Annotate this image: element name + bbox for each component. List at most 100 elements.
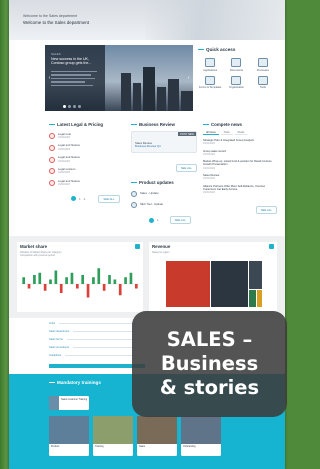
business-review-see-all-button[interactable]: SEE ALL — [175, 164, 197, 172]
revenue-legend: Sales per region — [152, 251, 170, 254]
news-item[interactable]: Sales Review 01/02/2023 — [203, 174, 277, 181]
tab-all-news[interactable]: All News — [203, 131, 219, 135]
link-row[interactable]: Sales department — [49, 330, 139, 333]
page-number[interactable]: 2 — [84, 197, 86, 201]
market-share-bar[interactable] — [70, 272, 74, 284]
page-number[interactable]: 1 — [157, 218, 159, 222]
carousel-dots[interactable] — [63, 105, 81, 108]
link-row[interactable]: Sales forms — [49, 338, 139, 341]
expand-icon[interactable] — [269, 243, 274, 249]
market-share-bar[interactable] — [75, 284, 79, 289]
quick-access-item[interactable]: Tools — [251, 75, 275, 89]
quick-access-title: Quick access — [198, 47, 275, 52]
link-row[interactable]: Links — [49, 322, 139, 325]
market-share-bar[interactable] — [102, 284, 106, 291]
quick-access-item[interactable]: Forms & Templates — [198, 75, 222, 89]
news-item[interactable]: Alliance Partners Offer More Self-Relian… — [203, 185, 277, 195]
link-row[interactable]: Guidelines — [49, 354, 139, 357]
carousel-dot[interactable] — [73, 105, 76, 108]
carousel-next-icon[interactable]: › — [186, 75, 191, 82]
quick-access-item[interactable]: Processes — [251, 58, 275, 72]
training-card[interactable]: Sales Customer Training — [49, 396, 89, 410]
legal-pager[interactable]: 1 2 SEE ALL — [71, 194, 123, 203]
carousel-dot[interactable] — [63, 105, 66, 108]
market-share-bar[interactable] — [108, 275, 111, 284]
legal-see-all-button[interactable]: SEE ALL — [98, 194, 120, 203]
revenue-treemap[interactable] — [166, 261, 262, 307]
tab-rivals[interactable]: Rivals — [234, 131, 248, 135]
market-share-bar[interactable] — [124, 277, 127, 284]
market-share-bar[interactable] — [33, 275, 36, 284]
news-tabs[interactable]: All News Tools Rivals — [203, 131, 277, 135]
market-share-bar[interactable] — [65, 277, 68, 284]
market-share-bar[interactable] — [54, 270, 58, 285]
breadcrumb[interactable]: Welcome to the Sales department — [23, 14, 77, 18]
quick-access-item[interactable]: Organization — [224, 75, 248, 89]
training-card[interactable]: Training — [93, 416, 133, 456]
quick-access-item[interactable]: Documents — [224, 58, 248, 72]
training-card[interactable]: Sales — [137, 416, 177, 456]
trainings-title: Mandatory trainings — [49, 380, 101, 385]
market-share-bar[interactable] — [134, 284, 138, 289]
pager-dot[interactable] — [149, 217, 154, 223]
treemap-cell[interactable] — [166, 261, 210, 307]
treemap-cell[interactable] — [249, 290, 256, 307]
market-share-bar[interactable] — [22, 277, 26, 284]
tab-tools[interactable]: Tools — [220, 131, 233, 135]
legal-item[interactable]: Legal and finance 01/02/2023 — [49, 144, 123, 151]
document-icon — [49, 144, 55, 151]
market-share-bar[interactable] — [38, 272, 42, 284]
market-share-bar[interactable] — [92, 277, 95, 284]
carousel-headline[interactable]: New success in the UK, Contoso group get… — [51, 57, 101, 65]
news-item[interactable]: Market Wrap-up: Listed fund & position f… — [203, 160, 277, 170]
update-icon — [131, 202, 137, 208]
carousel-dot[interactable] — [78, 105, 81, 108]
market-share-bar[interactable] — [86, 284, 90, 298]
hero-decoration — [145, 0, 285, 40]
legal-title: Latest Legal & Pricing — [49, 122, 123, 127]
link-row[interactable]: Sales procedures — [49, 346, 139, 349]
carousel-dot[interactable] — [68, 105, 71, 108]
carousel-prev-icon[interactable]: ‹ — [47, 75, 52, 82]
business-review-link[interactable]: Business Review Q1 — [135, 144, 193, 148]
product-updates-pager[interactable]: 1 SEE ALL — [131, 216, 197, 224]
legal-item[interactable]: Legal and finance 01/02/2023 — [49, 180, 123, 187]
product-updates-see-all-button[interactable]: SEE ALL — [169, 216, 191, 224]
news-item[interactable]: Strategic Plan & Integrated Group Analys… — [203, 139, 277, 146]
revenue-title: Revenue — [152, 243, 171, 249]
training-thumbnail — [49, 416, 89, 444]
market-share-bar[interactable] — [43, 284, 47, 291]
legal-item[interactable]: Legal note 01/02/2023 — [49, 132, 123, 139]
market-share-bar[interactable] — [59, 284, 63, 293]
market-share-bar[interactable] — [97, 268, 101, 284]
training-card[interactable]: Onboarding — [181, 416, 221, 456]
training-card[interactable]: Product — [49, 416, 89, 456]
overlay-line: Business — [160, 352, 259, 375]
quick-access-item[interactable]: Applications — [198, 58, 222, 72]
pager-dot[interactable] — [71, 196, 76, 202]
market-share-bar[interactable] — [129, 272, 133, 284]
business-review-title: Business Review — [131, 122, 197, 127]
legal-item[interactable]: Legal and finance 01/02/2023 — [49, 156, 123, 163]
product-update-item[interactable]: Sales - Update — [131, 190, 197, 197]
overlay-title: SALES – Business & stories — [160, 328, 259, 400]
treemap-cell[interactable] — [211, 261, 248, 307]
product-update-item[interactable]: SEC Tool - Update — [131, 202, 197, 208]
business-review-card[interactable]: POST NEW Sales Review Business Review Q1 — [131, 131, 197, 153]
expand-icon[interactable] — [135, 243, 140, 249]
page-number[interactable]: 1 — [79, 197, 81, 201]
market-share-bar[interactable] — [49, 279, 52, 285]
post-new-badge[interactable]: POST NEW — [178, 132, 196, 136]
treemap-cell[interactable] — [249, 261, 262, 289]
training-thumbnail — [181, 416, 221, 444]
news-carousel[interactable]: SALES New success in the UK, Contoso gro… — [45, 45, 193, 111]
treemap-cell[interactable] — [257, 290, 262, 307]
market-share-bar[interactable] — [81, 275, 85, 284]
market-share-bar[interactable] — [118, 284, 122, 296]
processes-icon — [257, 58, 268, 67]
market-share-bar[interactable] — [27, 284, 31, 289]
legal-item[interactable]: Legal revision 01/02/2023 — [49, 168, 123, 175]
news-see-all-button[interactable]: SEE ALL — [255, 205, 277, 214]
market-share-bar[interactable] — [113, 279, 117, 285]
news-item[interactable]: Group sales record 01/02/2023 — [203, 150, 277, 157]
